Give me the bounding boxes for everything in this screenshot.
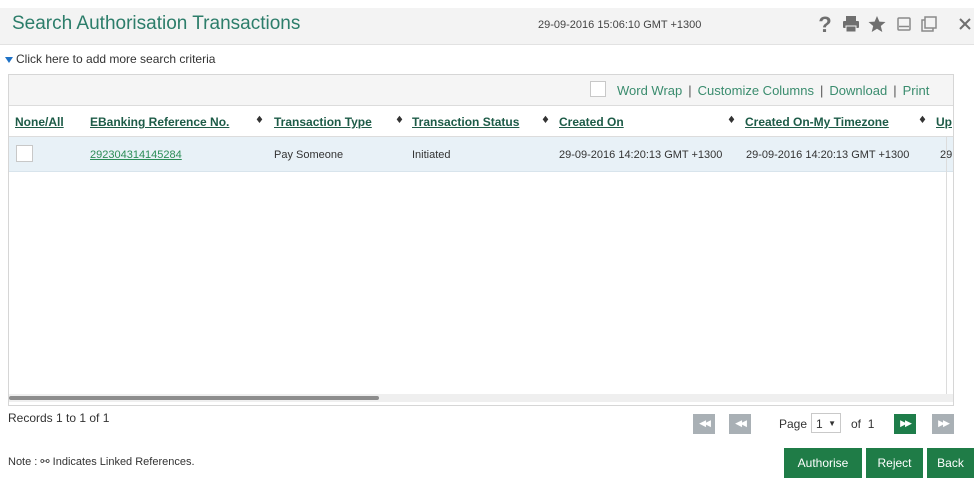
- cell-created-on: 29-09-2016 14:20:13 GMT +1300: [559, 149, 723, 161]
- separator: |: [688, 83, 692, 98]
- page-select[interactable]: 1 ▼: [811, 413, 841, 433]
- current-page-value: 1: [816, 417, 823, 431]
- chevron-down-icon: ▼: [828, 419, 836, 428]
- print-icon[interactable]: [840, 14, 862, 36]
- close-icon[interactable]: [956, 14, 974, 36]
- separator: |: [819, 83, 824, 98]
- sort-icon[interactable]: ♦: [395, 115, 404, 126]
- sort-icon[interactable]: ♦: [541, 115, 550, 126]
- restore-icon[interactable]: [918, 14, 940, 36]
- linked-references-note: Note : ⚯ Indicates Linked References.: [8, 456, 195, 468]
- cell-created-on-timezone: 29-09-2016 14:20:13 GMT +1300: [746, 149, 910, 161]
- word-wrap-checkbox[interactable]: [590, 81, 606, 97]
- sort-icon[interactable]: ♦: [255, 115, 264, 126]
- last-page-icon[interactable]: ▶▶: [932, 414, 954, 434]
- header-timestamp: 29-09-2016 15:06:10 GMT +1300: [538, 19, 702, 31]
- total-pages-value: 1: [867, 417, 875, 431]
- total-pages: of 1: [851, 417, 874, 431]
- cell-transaction-status: Initiated: [412, 149, 451, 161]
- add-search-criteria-link[interactable]: Click here to add more search criteria: [5, 52, 215, 66]
- help-icon[interactable]: ?: [814, 14, 836, 36]
- reject-button[interactable]: Reject: [866, 448, 923, 478]
- favorite-icon[interactable]: [866, 14, 888, 36]
- add-search-criteria-label: Click here to add more search criteria: [16, 52, 216, 66]
- customize-columns-link[interactable]: Customize Columns: [698, 83, 814, 98]
- column-header-reference[interactable]: EBanking Reference No.: [90, 115, 229, 129]
- cell-transaction-type: Pay Someone: [274, 149, 344, 161]
- sort-icon[interactable]: ♦: [918, 115, 927, 126]
- previous-page-icon[interactable]: ◀◀: [729, 414, 751, 434]
- sort-icon[interactable]: ♦: [727, 115, 736, 126]
- word-wrap-link[interactable]: Word Wrap: [617, 83, 682, 98]
- print-link[interactable]: Print: [903, 83, 930, 98]
- minimize-icon[interactable]: [893, 14, 915, 36]
- separator: |: [893, 83, 897, 98]
- page-label: Page: [779, 417, 808, 431]
- column-header-transaction-status[interactable]: Transaction Status: [412, 115, 519, 129]
- scrollbar-thumb[interactable]: [9, 396, 379, 400]
- records-count: Records 1 to 1 of 1: [8, 411, 110, 425]
- first-page-icon[interactable]: ◀◀: [693, 414, 715, 434]
- table-tools: Word Wrap | Customize Columns | Download | Pri…: [617, 83, 929, 98]
- reference-link[interactable]: 292304314145284: [90, 149, 182, 161]
- row-checkbox[interactable]: [16, 145, 33, 162]
- column-header-transaction-type[interactable]: Transaction Type: [274, 115, 372, 129]
- of-label: of: [851, 417, 862, 431]
- caret-down-icon: [5, 56, 13, 63]
- horizontal-scrollbar[interactable]: [9, 394, 953, 402]
- scrollbar-track-vertical: [946, 137, 947, 397]
- next-page-icon[interactable]: ▶▶: [894, 414, 916, 434]
- page-title: Search Authorisation Transactions: [12, 13, 301, 34]
- download-link[interactable]: Download: [829, 83, 887, 98]
- table-header-row: None/All EBanking Reference No. ♦ Transa…: [9, 106, 953, 137]
- column-header-created-on[interactable]: Created On: [559, 115, 624, 129]
- back-button[interactable]: Back: [927, 448, 974, 478]
- authorise-button[interactable]: Authorise: [784, 448, 862, 478]
- column-header-updated[interactable]: Up: [936, 115, 952, 129]
- table-toolbar: Word Wrap | Customize Columns | Download | Pri…: [9, 75, 953, 106]
- results-table: Word Wrap | Customize Columns | Download | Pri…: [8, 74, 954, 406]
- column-header-none-all[interactable]: None/All: [15, 115, 64, 129]
- table-row[interactable]: 292304314145284 Pay Someone Initiated 29…: [9, 137, 953, 172]
- column-header-created-on-timezone[interactable]: Created On-My Timezone: [745, 115, 889, 129]
